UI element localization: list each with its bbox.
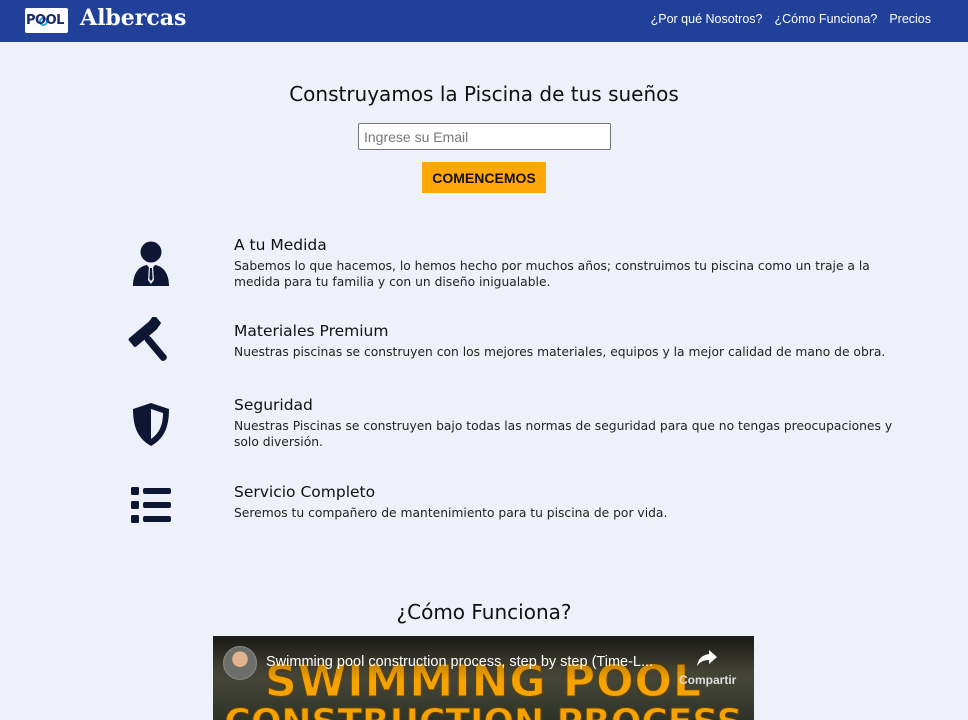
video-player[interactable]: SWIMMING POOL CONSTRUCTION PROCESS Swimm… [213,636,754,720]
feature-description: Nuestras Piscinas se construyen bajo tod… [234,419,893,449]
feature-title: Materiales Premium [234,322,389,340]
video-title[interactable]: Swimming pool construction process, step… [266,654,653,670]
pool-logo[interactable]: POOL [25,8,68,33]
feature-title: A tu Medida [234,236,327,254]
feature-title: Servicio Completo [234,483,376,501]
feature-description: Seremos tu compañero de mantenimiento pa… [234,506,668,520]
hero-title: Construyamos la Piscina de tus sueños [289,82,679,106]
thumbnail-subheadline: CONSTRUCTION PROCESS [213,702,754,720]
nav-link-precios[interactable]: Precios [889,12,931,26]
user-tie-icon [133,241,169,286]
comencemos-button[interactable]: COMENCEMOS [422,162,546,193]
feature-description: Sabemos lo que hacemos, lo hemos hecho p… [234,259,870,289]
nav-menu: ¿Por qué Nosotros? ¿Cómo Funciona? Preci… [651,12,931,26]
feature-title: Seguridad [234,396,313,414]
nav-link-por-que-nosotros[interactable]: ¿Por qué Nosotros? [651,12,763,26]
share-label: Compartir [679,673,737,687]
email-input[interactable] [358,123,611,150]
share-button[interactable]: Compartir [679,648,737,687]
como-funciona-title: ¿Cómo Funciona? [396,600,572,624]
feature-description: Nuestras piscinas se construyen con los … [234,345,886,359]
top-navbar: POOL Albercas ¿Por qué Nosotros? ¿Cómo F… [0,0,968,42]
share-arrow-icon [697,650,717,666]
brand-name[interactable]: Albercas [80,5,186,31]
nav-link-como-funciona[interactable]: ¿Cómo Funciona? [774,12,877,26]
logo-text: POOL [26,13,64,28]
shield-icon [133,403,169,446]
hammer-icon [128,317,167,361]
list-icon [131,487,171,523]
channel-avatar[interactable] [223,646,257,680]
